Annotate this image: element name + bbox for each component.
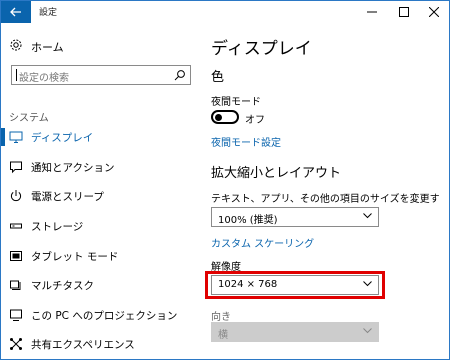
toggle-knob: [215, 114, 222, 121]
sidebar-item-display[interactable]: ディスプレイ: [1, 125, 197, 149]
settings-window: 設定 ホーム 設定の検索 システム ディスプレイ 通知とアクション 電源とスリー…: [0, 0, 450, 360]
sidebar-item-multitasking[interactable]: マルチタスク: [1, 273, 197, 297]
sidebar-item-label: ストレージ: [31, 221, 84, 233]
orientation-dropdown[interactable]: 横: [211, 322, 379, 342]
close-button[interactable]: [419, 1, 449, 23]
resolution-dropdown[interactable]: 1024 × 768: [211, 275, 379, 295]
scale-layout-heading: 拡大縮小とレイアウト: [211, 166, 342, 181]
scale-dropdown[interactable]: 100% (推奨): [211, 207, 379, 227]
gear-icon: [10, 39, 22, 51]
sidebar: ホーム 設定の検索 システム ディスプレイ 通知とアクション 電源とスリープ ス…: [1, 23, 197, 359]
page-title: ディスプレイ: [211, 39, 312, 59]
orientation-value: 横: [218, 330, 228, 341]
multitask-icon: [10, 280, 21, 290]
main-panel: ディスプレイ 色 夜間モード オフ 夜間モード設定 拡大縮小とレイアウト テキス…: [197, 23, 449, 359]
chevron-down-icon: [363, 328, 372, 334]
orientation-label: 向き: [211, 312, 231, 323]
message-icon: [10, 161, 22, 174]
sidebar-item-label: ディスプレイ: [31, 132, 94, 144]
power-icon: [10, 190, 22, 202]
search-placeholder: 設定の検索: [19, 73, 69, 84]
storage-icon: [10, 223, 22, 229]
maximize-icon: [399, 7, 409, 17]
night-mode-toggle[interactable]: [211, 110, 239, 124]
tablet-icon: [10, 251, 22, 261]
search-icon: [174, 70, 185, 81]
search-input[interactable]: 設定の検索: [11, 65, 191, 85]
section-label-system: システム: [9, 113, 49, 124]
window-title: 設定: [39, 8, 58, 18]
night-mode-settings-link[interactable]: 夜間モード設定: [211, 134, 281, 149]
sidebar-item-notifications[interactable]: 通知とアクション: [1, 155, 197, 179]
scale-value: 100% (推奨): [218, 215, 278, 226]
monitor-icon: [9, 131, 23, 143]
chevron-down-icon: [363, 281, 372, 287]
close-icon: [429, 7, 439, 17]
color-heading: 色: [211, 70, 225, 85]
shared-icon: [10, 338, 22, 350]
sidebar-item-label: 電源とスリープ: [31, 191, 104, 203]
sidebar-item-label: この PC へのプロジェクション: [31, 310, 178, 322]
sidebar-item-projection[interactable]: この PC へのプロジェクション: [1, 303, 197, 327]
night-mode-state: オフ: [245, 115, 265, 126]
sidebar-item-tablet-mode[interactable]: タブレット モード: [1, 244, 197, 268]
custom-scaling-link[interactable]: カスタム スケーリング: [211, 235, 314, 250]
resolution-value: 1024 × 768: [218, 279, 278, 290]
sidebar-item-shared-experiences[interactable]: 共有エクスペリエンス: [1, 332, 197, 356]
projection-icon: [10, 309, 22, 321]
minimize-icon: [367, 11, 377, 13]
minimize-button[interactable]: [357, 1, 387, 23]
night-mode-label: 夜間モード: [211, 97, 261, 108]
home-nav-item[interactable]: ホーム: [1, 35, 197, 57]
sidebar-item-label: 共有エクスペリエンス: [31, 339, 135, 351]
maximize-button[interactable]: [389, 1, 419, 23]
active-indicator: [1, 128, 5, 146]
sidebar-item-storage[interactable]: ストレージ: [1, 214, 197, 238]
back-button[interactable]: [1, 1, 31, 23]
text-caret: [16, 69, 17, 81]
sidebar-item-power[interactable]: 電源とスリープ: [1, 184, 197, 208]
sidebar-item-label: マルチタスク: [31, 280, 94, 292]
back-arrow-icon: [10, 7, 21, 17]
sidebar-item-label: 通知とアクション: [31, 162, 115, 174]
chevron-down-icon: [363, 213, 372, 219]
sidebar-item-label: タブレット モード: [31, 251, 119, 263]
title-bar: 設定: [1, 1, 449, 23]
home-label: ホーム: [31, 41, 64, 54]
